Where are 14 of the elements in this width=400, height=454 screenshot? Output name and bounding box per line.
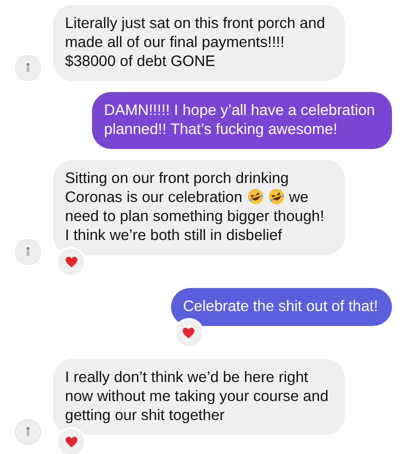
- reaction-badge[interactable]: [56, 427, 86, 454]
- heart-icon: [64, 256, 78, 268]
- message-text: Sitting on our front porch drinking: [65, 169, 290, 188]
- laughing-face-icon: [268, 188, 285, 205]
- laughing-face-icon: [246, 188, 264, 205]
- message-text: I really don’t think we’d be here right now without me taking your course and getting our shit together: [65, 368, 330, 425]
- message-text: DAMN!!!!! I hope y’all have a celebration planned!! That’s fucking awesome!: [104, 101, 376, 139]
- message-text: need to plan something bigger though! I think we’re both still in disbelief: [65, 207, 326, 245]
- heart-icon: [182, 327, 196, 339]
- message-text: Literally just sat on this front porch and made all of our final payments!!!! $38000 of debt GONE: [65, 14, 326, 71]
- message-text: we: [289, 189, 308, 206]
- message-text: Coronas is our celebration: [65, 189, 242, 206]
- heart-icon: [64, 436, 78, 448]
- message-text: Celebrate the shit out of that!: [182, 297, 378, 316]
